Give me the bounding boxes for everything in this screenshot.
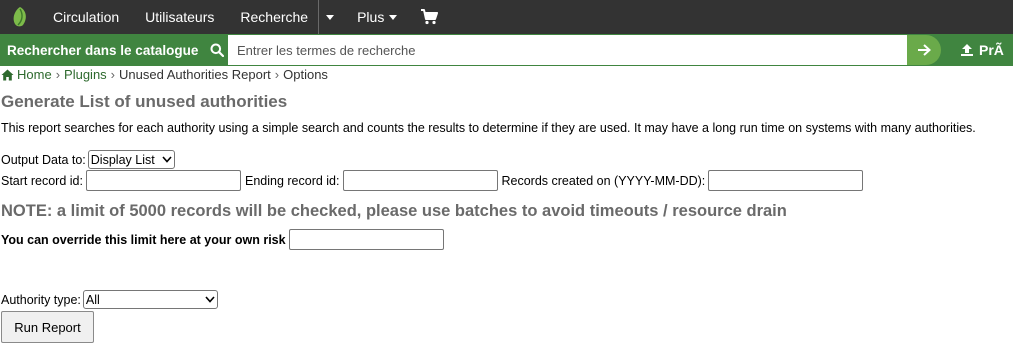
record-range-row: Start record id: Ending record id: Recor… xyxy=(1,170,864,191)
override-row: You can override this limit here at your… xyxy=(1,229,444,250)
search-input[interactable] xyxy=(228,35,910,65)
nav-recherche[interactable]: Recherche xyxy=(227,0,318,34)
search-catalog-label[interactable]: Rechercher dans le catalogue xyxy=(0,43,198,58)
end-record-label: Ending record id: xyxy=(244,173,340,188)
output-select[interactable]: Display List xyxy=(87,150,175,169)
caret-down-icon xyxy=(389,14,398,20)
cart-button[interactable] xyxy=(410,0,448,34)
koha-logo-icon[interactable] xyxy=(2,0,38,34)
run-report-button[interactable]: Run Report xyxy=(1,311,94,343)
breadcrumb-home-link[interactable]: Home xyxy=(17,67,52,82)
authority-row: Authority type: All xyxy=(1,290,218,309)
caret-down-icon xyxy=(325,14,334,20)
recherche-dropdown-toggle[interactable] xyxy=(318,0,340,34)
breadcrumb-current: Options xyxy=(283,67,328,82)
end-record-input[interactable] xyxy=(342,170,498,191)
nav-utilisateurs[interactable]: Utilisateurs xyxy=(132,0,227,34)
override-limit-input[interactable] xyxy=(288,229,444,250)
override-label: You can override this limit here at your… xyxy=(1,232,286,247)
limit-note: NOTE: a limit of 5000 records will be ch… xyxy=(1,202,787,220)
authority-type-label: Authority type: xyxy=(1,292,81,307)
pref-label: PrÃ xyxy=(979,42,1004,58)
page-description: This report searches for each authority … xyxy=(1,121,976,135)
search-input-container xyxy=(228,35,910,65)
search-preferences[interactable]: PrÃ xyxy=(960,34,1004,66)
authority-select-value: All xyxy=(85,292,100,307)
nav-plus[interactable]: Plus xyxy=(344,0,410,34)
search-submit-button[interactable] xyxy=(907,35,941,65)
breadcrumb-report: Unused Authorities Report xyxy=(119,67,271,82)
start-record-input[interactable] xyxy=(85,170,241,191)
nav-plus-label: Plus xyxy=(357,9,385,25)
output-label: Output Data to: xyxy=(1,152,86,167)
upload-icon xyxy=(961,44,973,56)
breadcrumb-plugins-link[interactable]: Plugins xyxy=(64,67,107,82)
cart-icon xyxy=(421,9,439,25)
output-row: Output Data to: Display List xyxy=(1,150,175,169)
page-title: Generate List of unused authorities xyxy=(1,92,288,111)
home-icon[interactable] xyxy=(1,69,14,81)
arrow-right-icon xyxy=(918,44,931,56)
breadcrumb: Home › Plugins › Unused Authorities Repo… xyxy=(1,66,328,83)
chevron-down-icon xyxy=(205,296,215,303)
nav-circulation[interactable]: Circulation xyxy=(40,0,132,34)
breadcrumb-separator: › xyxy=(274,67,280,82)
chevron-down-icon xyxy=(162,156,172,163)
breadcrumb-separator: › xyxy=(55,67,61,82)
authority-type-select[interactable]: All xyxy=(82,290,218,309)
top-navbar: Circulation Utilisateurs Recherche Plus xyxy=(0,0,1013,34)
created-date-input[interactable] xyxy=(708,170,864,191)
start-record-label: Start record id: xyxy=(1,173,83,188)
output-select-value: Display List xyxy=(90,152,155,167)
breadcrumb-separator: › xyxy=(110,67,116,82)
created-date-label: Records created on (YYYY-MM-DD): xyxy=(501,173,706,188)
catalog-search-bar: Rechercher dans le catalogue PrÃ xyxy=(0,34,1013,66)
